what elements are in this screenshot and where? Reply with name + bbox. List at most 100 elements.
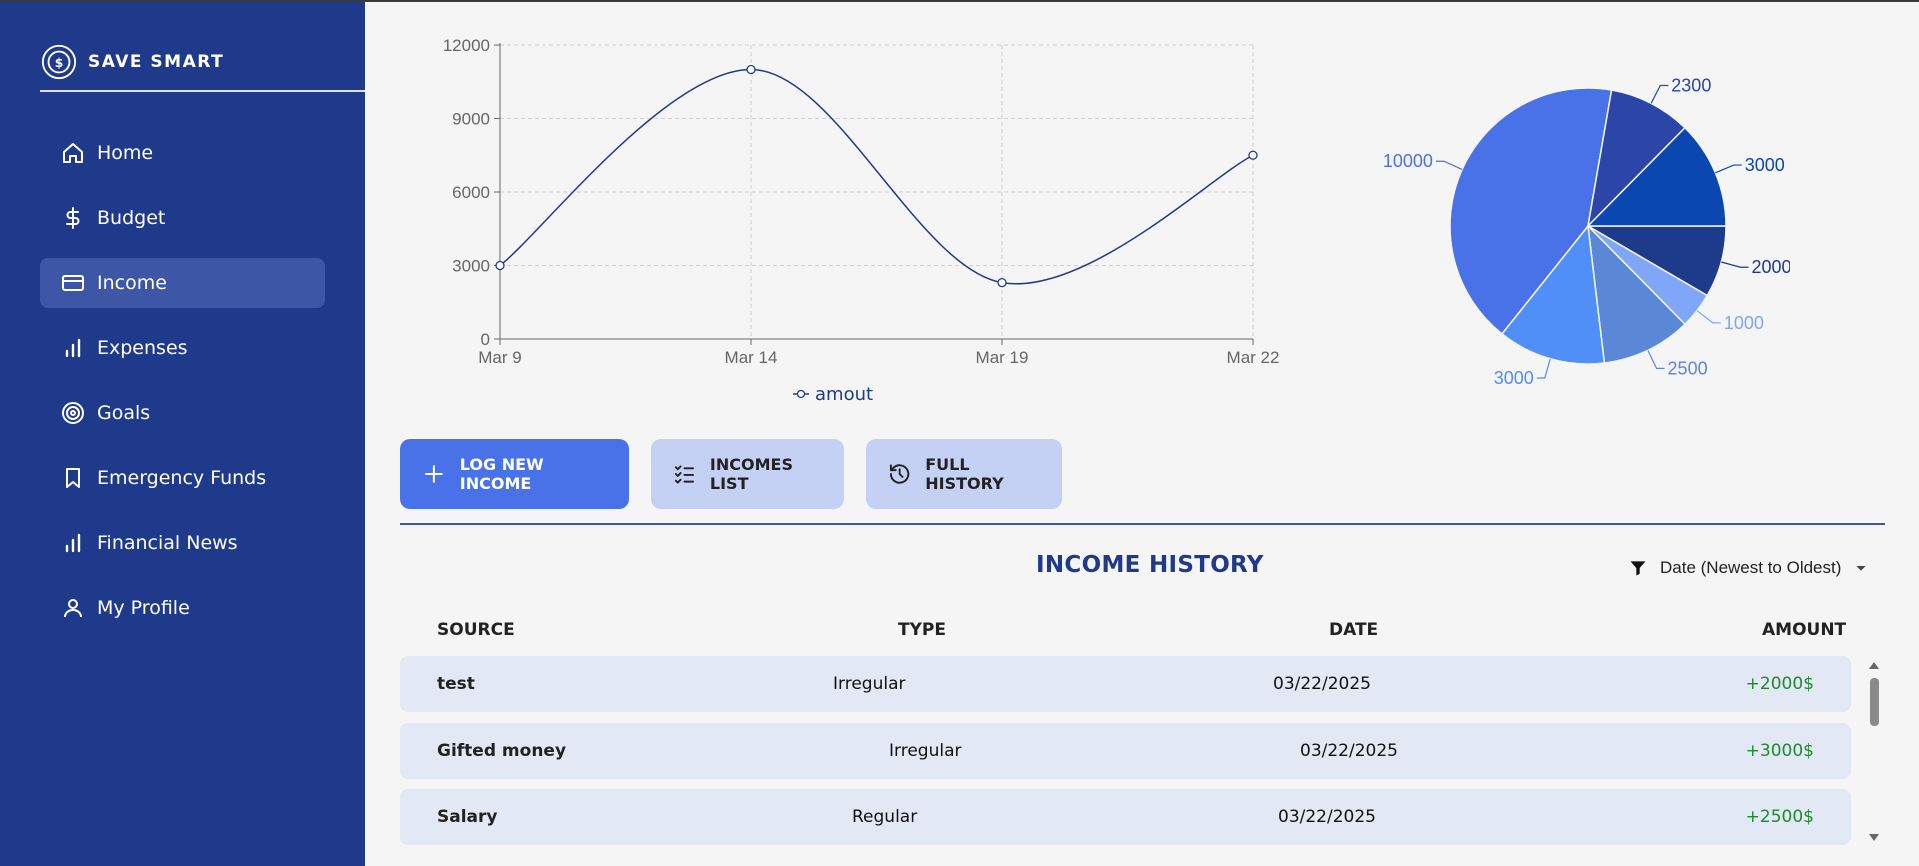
pie-label: 3000 [1745, 155, 1785, 175]
home-icon [63, 143, 83, 163]
full-history-label: FULL HISTORY [925, 455, 1004, 493]
plus-icon [424, 465, 443, 483]
row-amount: +2000$ [1745, 674, 1814, 694]
pie-label-line [1536, 358, 1551, 379]
bar-chart-icon [65, 533, 81, 553]
scroll-down-arrow-icon[interactable] [1869, 834, 1879, 841]
row-date: 03/22/2025 [1273, 674, 1371, 694]
history-icon [889, 464, 910, 484]
scroll-up-arrow-icon[interactable] [1869, 662, 1879, 669]
target-icon [62, 402, 84, 424]
data-point[interactable] [495, 260, 505, 271]
sidebar-item-label: Emergency Funds [97, 467, 267, 489]
table-scrollbar[interactable] [1866, 658, 1882, 848]
incomes-list-label: INCOMES LIST [709, 455, 793, 493]
user-icon [64, 599, 82, 618]
sidebar: $ SAVE SMART Home Budget Income Expenses… [0, 2, 365, 866]
row-type: Irregular [889, 741, 962, 761]
sidebar-item-expenses[interactable]: Expenses [40, 323, 325, 373]
sidebar-item-label: Expenses [97, 337, 188, 359]
table-row[interactable]: Gifted money Irregular 03/22/2025 +3000$ [400, 723, 1851, 779]
pie-label: 2500 [1668, 358, 1708, 378]
sidebar-item-label: Financial News [97, 532, 238, 554]
sidebar-item-home[interactable]: Home [40, 128, 325, 178]
chart-legend[interactable]: amout [793, 384, 873, 405]
column-header-type: TYPE [898, 620, 946, 640]
y-tick-label: 0 [481, 330, 490, 349]
pie-label-line [1650, 84, 1669, 104]
pie-label-line [1715, 164, 1742, 174]
y-tick-label: 9000 [452, 110, 490, 129]
row-date: 03/22/2025 [1300, 741, 1398, 761]
section-divider [400, 523, 1885, 525]
sidebar-nav: Home Budget Income Expenses Goals Emerge… [40, 128, 325, 648]
action-buttons: LOG NEW INCOME INCOMES LIST FULL HISTORY [400, 439, 1062, 509]
pie-label: 10000 [1383, 151, 1433, 171]
sidebar-item-income[interactable]: Income [40, 258, 325, 308]
row-source: Gifted money [437, 741, 567, 761]
sidebar-item-budget[interactable]: Budget [40, 193, 325, 243]
sidebar-item-financial-news[interactable]: Financial News [40, 518, 325, 568]
dollar-icon [66, 207, 80, 229]
svg-text:$: $ [55, 56, 64, 70]
x-tick-label: Mar 14 [725, 348, 778, 367]
sidebar-item-my-profile[interactable]: My Profile [40, 583, 325, 633]
sidebar-item-label: My Profile [97, 597, 190, 619]
x-tick-label: Mar 22 [1227, 348, 1280, 367]
sidebar-item-emergency-funds[interactable]: Emergency Funds [40, 453, 325, 503]
x-tick-label: Mar 19 [976, 348, 1029, 367]
row-type: Regular [852, 807, 918, 827]
card-icon [62, 275, 84, 291]
pie-label-line [1647, 350, 1665, 369]
row-amount: +2500$ [1745, 807, 1814, 827]
sort-dropdown[interactable]: Date (Newest to Oldest) [1628, 558, 1869, 578]
table-row[interactable]: Salary Regular 03/22/2025 +2500$ [400, 789, 1851, 845]
sidebar-item-label: Goals [97, 402, 151, 424]
brand-divider [40, 90, 365, 92]
sidebar-item-label: Home [97, 142, 154, 164]
savings-logo-icon: $ [41, 44, 77, 80]
sidebar-item-label: Budget [97, 207, 166, 229]
data-point[interactable] [1248, 150, 1258, 160]
income-history-title: INCOME HISTORY [1036, 552, 1264, 578]
filter-icon [1630, 561, 1646, 576]
column-header-source: SOURCE [437, 620, 515, 640]
incomes-list-button[interactable]: INCOMES LIST [651, 439, 844, 509]
y-tick-label: 12000 [443, 36, 490, 55]
pie-label: 2000 [1752, 257, 1790, 277]
bookmark-icon [66, 468, 80, 488]
x-tick-label: Mar 9 [478, 348, 521, 367]
income-pie-chart: 2000 1000 2500 3000 10000 2300 3000 [1383, 76, 1790, 388]
series-line-amout [499, 68, 1254, 285]
pie-label: 1000 [1724, 313, 1764, 333]
pie-label: 2300 [1671, 76, 1711, 96]
checklist-icon [674, 465, 694, 484]
row-type: Irregular [833, 674, 906, 694]
legend-label: amout [815, 384, 873, 405]
pie-label-line [1721, 261, 1749, 268]
pie-label-line [1435, 160, 1463, 170]
log-new-income-button[interactable]: LOG NEW INCOME [400, 439, 629, 509]
legend-marker-icon [796, 389, 806, 399]
y-tick-label: 3000 [452, 257, 490, 276]
row-source: Salary [437, 807, 498, 827]
log-new-income-label: LOG NEW INCOME [459, 455, 544, 493]
full-history-button[interactable]: FULL HISTORY [866, 439, 1062, 509]
bar-chart-icon [65, 338, 81, 358]
sidebar-item-goals[interactable]: Goals [40, 388, 325, 438]
row-amount: +3000$ [1745, 741, 1814, 761]
chevron-down-icon [1856, 566, 1867, 571]
brand-name: SAVE SMART [88, 52, 225, 72]
row-date: 03/22/2025 [1278, 807, 1376, 827]
column-header-date: DATE [1329, 620, 1379, 640]
brand-logo[interactable]: $ SAVE SMART [40, 42, 224, 82]
scroll-thumb[interactable] [1870, 678, 1879, 726]
income-line-chart: 0 3000 6000 9000 12000 Mar 9 Mar 14 Mar 19 Mar 2… [443, 36, 1280, 405]
table-row[interactable]: test Irregular 03/22/2025 +2000$ [400, 656, 1851, 712]
row-source: test [437, 674, 475, 694]
pie-label: 3000 [1494, 368, 1534, 388]
sort-selected-value: Date (Newest to Oldest) [1660, 558, 1842, 577]
column-header-amount: AMOUNT [1762, 620, 1847, 640]
data-point[interactable] [997, 277, 1007, 288]
data-point[interactable] [746, 64, 756, 75]
